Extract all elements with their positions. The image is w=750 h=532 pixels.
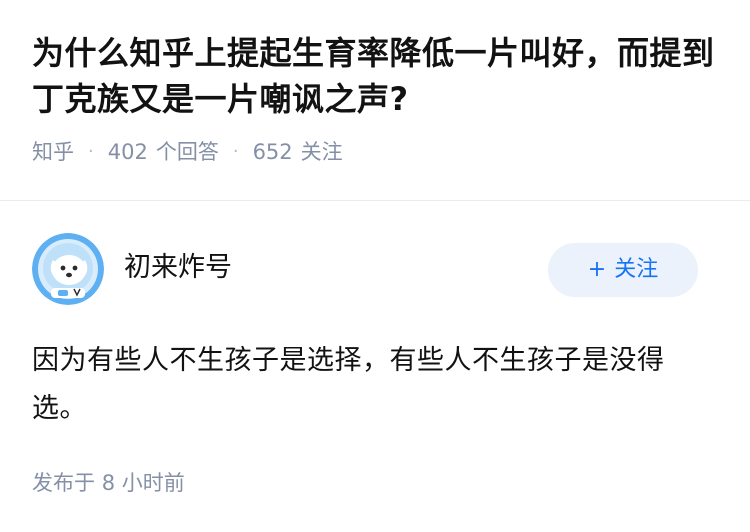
avatar[interactable] xyxy=(32,233,104,305)
author-row: 初来炸号 + 关注 xyxy=(32,233,718,307)
astronaut-dog-avatar-icon xyxy=(32,233,104,305)
answer-content[interactable]: 因为有些人不生孩子是选择，有些人不生孩子是没得选。 xyxy=(32,337,718,433)
publish-time-value: 8 小时前 xyxy=(101,471,185,495)
publish-time: 发布于 8 小时前 xyxy=(32,469,718,497)
question-meta: 知乎 · 402 个回答 · 652 关注 xyxy=(32,138,732,166)
plus-icon: + xyxy=(587,257,607,282)
question-header: 为什么知乎上提起生育率降低一片叫好，而提到丁克族又是一片嘲讽之声? 知乎 · 4… xyxy=(32,30,732,166)
follower-count-label[interactable]: 关注 xyxy=(301,138,343,166)
answer-count-label[interactable]: 个回答 xyxy=(156,138,219,166)
answer-count: 402 xyxy=(107,140,148,164)
follow-button-label: 关注 xyxy=(614,257,659,282)
author-name[interactable]: 初来炸号 xyxy=(124,251,232,285)
question-title[interactable]: 为什么知乎上提起生育率降低一片叫好，而提到丁克族又是一片嘲讽之声? xyxy=(32,30,732,122)
publish-label: 发布于 xyxy=(32,471,95,495)
section-divider xyxy=(0,200,750,201)
follower-count: 652 xyxy=(252,140,293,164)
source-label[interactable]: 知乎 xyxy=(32,138,74,166)
meta-separator: · xyxy=(88,141,94,162)
answer-card: 初来炸号 + 关注 因为有些人不生孩子是选择，有些人不生孩子是没得选。 发布于 8… xyxy=(32,233,718,497)
meta-separator: · xyxy=(232,141,239,162)
follow-button[interactable]: + 关注 xyxy=(548,243,698,297)
